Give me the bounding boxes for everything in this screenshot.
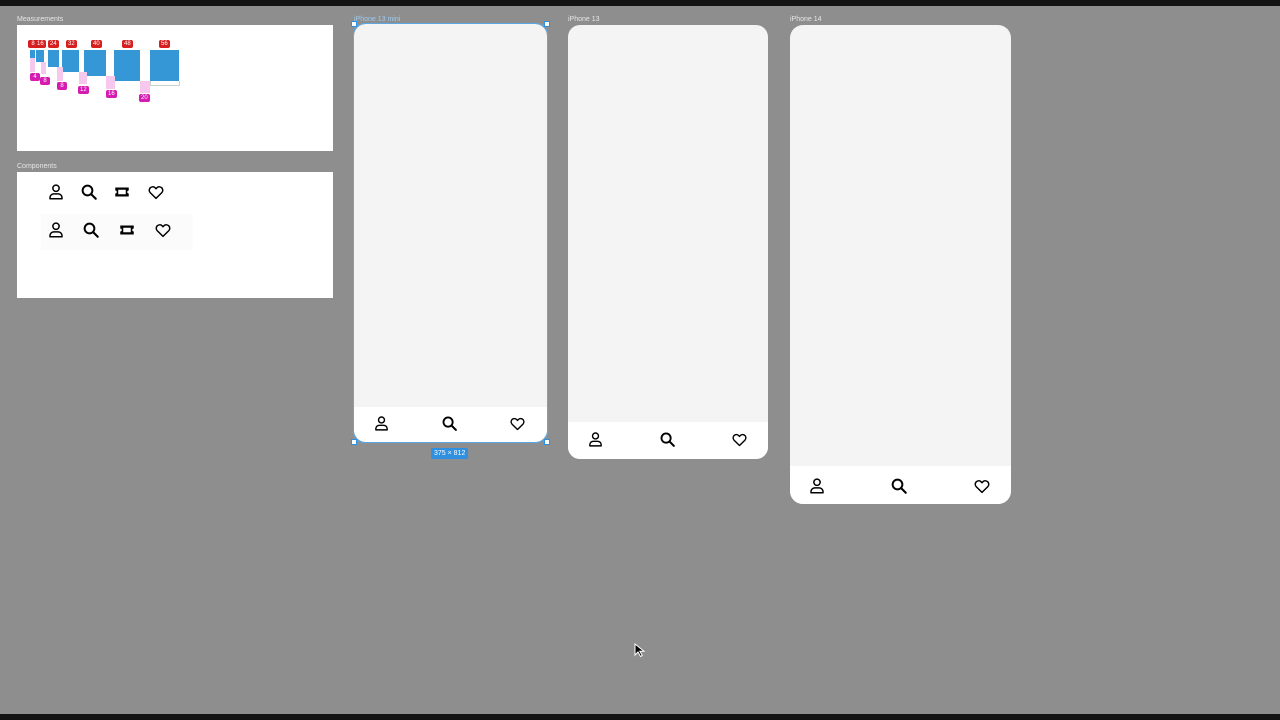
size-tag: 32 <box>66 40 77 48</box>
size-box <box>36 50 44 62</box>
mouse-cursor <box>634 643 646 657</box>
tab-bar <box>354 407 547 442</box>
frame-label-measurements[interactable]: Measurements <box>17 15 63 24</box>
spacing-gap <box>106 76 115 89</box>
spacing-tag: 20 <box>139 94 150 102</box>
spacing-gap <box>140 81 150 93</box>
frame-label-iphone-14[interactable]: iPhone 14 <box>790 15 822 24</box>
search-icon[interactable] <box>441 415 458 432</box>
size-box <box>150 50 179 81</box>
size-box <box>114 50 140 81</box>
spacing-tag: 12 <box>78 86 89 94</box>
person-icon[interactable] <box>587 431 604 448</box>
heart-icon[interactable] <box>509 415 526 432</box>
search-icon[interactable] <box>890 477 908 495</box>
size-tag: 16 <box>35 40 46 48</box>
spacing-gap <box>57 67 63 81</box>
heart-icon[interactable] <box>973 477 991 495</box>
iphone-14-frame[interactable] <box>790 25 1011 504</box>
person-icon[interactable] <box>47 183 65 201</box>
resize-handle[interactable] <box>351 21 357 27</box>
size-box <box>48 50 59 67</box>
iphone-13-frame[interactable] <box>568 25 768 459</box>
person-icon[interactable] <box>47 221 65 239</box>
size-tag: 48 <box>122 40 133 48</box>
person-icon[interactable] <box>373 415 390 432</box>
resize-handle[interactable] <box>544 21 550 27</box>
size-tag: 24 <box>48 40 59 48</box>
frame-label-iphone-13[interactable]: iPhone 13 <box>568 15 600 24</box>
search-icon[interactable] <box>80 183 98 201</box>
resize-handle[interactable] <box>544 439 550 445</box>
spacing-gap <box>30 58 35 72</box>
tab-bar <box>790 466 1011 504</box>
frame-label-components[interactable]: Components <box>17 162 57 171</box>
heart-icon[interactable] <box>731 431 748 448</box>
search-icon[interactable] <box>659 431 676 448</box>
size-tag: 40 <box>91 40 102 48</box>
size-box <box>62 50 79 72</box>
top-bar <box>0 0 1280 6</box>
size-box <box>84 50 106 76</box>
bottom-bar <box>0 714 1280 720</box>
ticket-icon[interactable] <box>113 183 131 201</box>
spacing-gap <box>41 62 46 74</box>
size-box <box>30 50 35 58</box>
ticket-icon[interactable] <box>118 221 136 239</box>
heart-icon[interactable] <box>147 183 165 201</box>
resize-handle[interactable] <box>351 439 357 445</box>
frame-label-iphone-13-mini[interactable]: iPhone 13 mini <box>354 15 400 24</box>
measurements-frame[interactable]: 8 16 24 32 40 48 56 4 8 8 12 16 20 <box>17 25 333 151</box>
iphone-13-mini-frame[interactable] <box>354 24 547 442</box>
heart-icon[interactable] <box>154 221 172 239</box>
spacing-tag: 16 <box>106 90 117 98</box>
spacing-tag: 8 <box>57 82 67 90</box>
components-frame[interactable] <box>17 172 333 298</box>
size-tag: 56 <box>159 40 170 48</box>
tab-bar <box>568 422 768 459</box>
spacing-tag: 8 <box>40 77 50 85</box>
spacing-gap <box>79 72 87 84</box>
search-icon[interactable] <box>82 221 100 239</box>
size-badge: 375 × 812 <box>431 448 469 459</box>
person-icon[interactable] <box>808 477 826 495</box>
size-box-foot <box>150 81 180 86</box>
spacing-tag: 4 <box>30 73 40 81</box>
